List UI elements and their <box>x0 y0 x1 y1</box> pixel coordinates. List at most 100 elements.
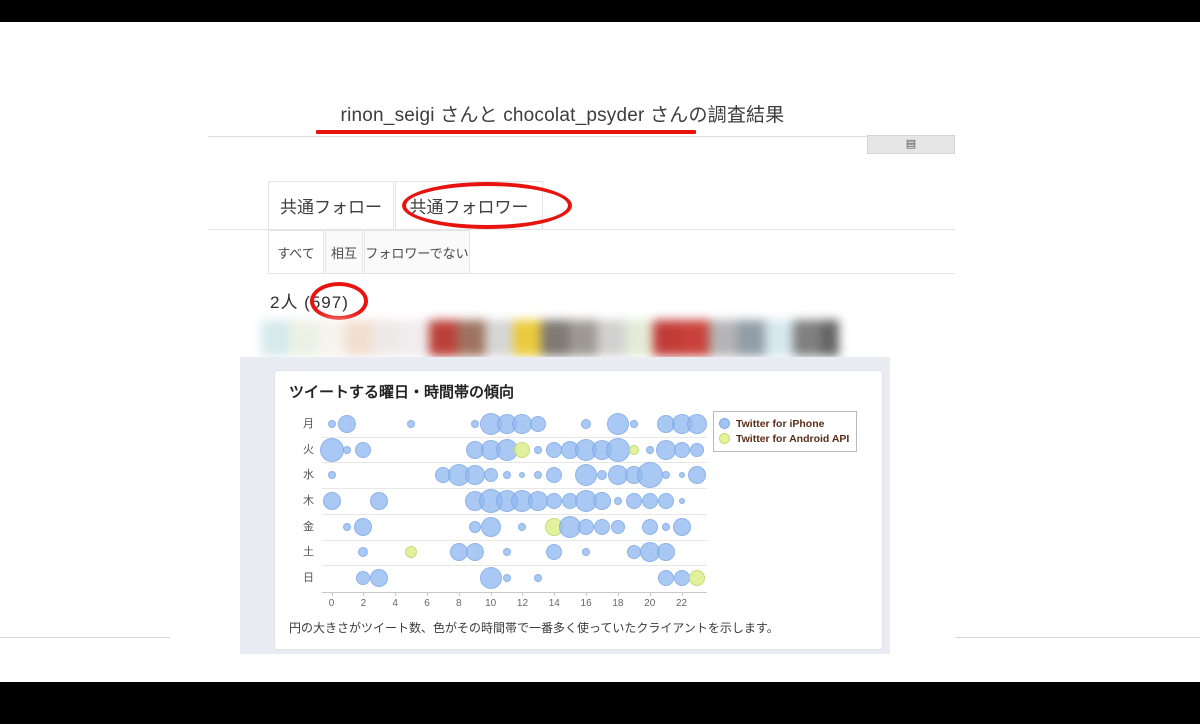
bubble-point[interactable] <box>688 466 707 485</box>
avatar[interactable] <box>821 320 839 356</box>
bubble-point[interactable] <box>355 441 372 458</box>
bubble-point[interactable] <box>625 493 642 509</box>
bubble-point[interactable] <box>690 442 705 457</box>
x-axis-tick <box>427 592 428 596</box>
plot-gridline <box>322 488 707 490</box>
screenshot-root: rinon_seigi さんと chocolat_psyder さんの調査結果 … <box>0 0 1200 724</box>
bubble-point[interactable] <box>356 571 371 586</box>
bubble-point[interactable] <box>319 437 344 462</box>
bubble-point[interactable] <box>327 419 336 428</box>
x-axis-tick <box>681 592 683 596</box>
bubble-point[interactable] <box>546 467 563 484</box>
x-axis-tick-label: 14 <box>548 598 560 609</box>
bubble-point[interactable] <box>546 544 563 561</box>
bubble-point[interactable] <box>689 570 706 587</box>
bubble-point[interactable] <box>502 574 511 583</box>
x-axis-tick-label: 6 <box>424 598 430 609</box>
x-axis-tick-label: 8 <box>456 598 462 609</box>
bubble-point[interactable] <box>578 518 595 535</box>
chart-legend: Twitter for iPhone Twitter for Android A… <box>713 411 858 452</box>
bubble-point[interactable] <box>370 569 389 588</box>
filter-tab-mutual[interactable]: 相互 <box>325 230 363 274</box>
bubble-point[interactable] <box>468 520 481 533</box>
bubble-point[interactable] <box>465 543 484 562</box>
tab-common-following[interactable]: 共通フォロー <box>268 181 394 229</box>
bubble-point[interactable] <box>327 471 336 480</box>
bubble-point[interactable] <box>656 543 675 562</box>
bubble-point[interactable] <box>594 518 610 535</box>
bubble-point[interactable] <box>470 419 479 428</box>
bubble-point[interactable] <box>546 441 563 458</box>
bubble-point[interactable] <box>405 546 418 559</box>
bubble-point[interactable] <box>606 412 629 435</box>
bubble-point[interactable] <box>479 567 502 590</box>
bubble-point[interactable] <box>661 471 670 480</box>
bubble-point[interactable] <box>597 470 607 481</box>
legend-label-iphone: Twitter for iPhone <box>736 417 825 430</box>
bubble-point[interactable] <box>628 444 639 455</box>
bubble-point[interactable] <box>629 419 638 428</box>
bubble-point[interactable] <box>636 462 663 489</box>
bubble-point[interactable] <box>582 548 591 557</box>
bubble-point[interactable] <box>322 492 341 510</box>
bubble-point[interactable] <box>655 439 676 460</box>
bubble-point[interactable] <box>657 493 674 509</box>
bubble-point[interactable] <box>354 517 373 536</box>
bubble-point[interactable] <box>370 492 389 510</box>
bubble-point[interactable] <box>530 415 547 432</box>
bubble-point[interactable] <box>343 522 352 531</box>
bubble-point[interactable] <box>645 445 654 454</box>
save-button[interactable]: ▤ <box>867 135 955 154</box>
bubble-point[interactable] <box>605 437 630 462</box>
bubble-point[interactable] <box>358 547 369 558</box>
bubble-plot-area[interactable]: 月火水木金土日 <box>303 411 708 591</box>
bubble-point[interactable] <box>678 472 685 479</box>
bubble-point[interactable] <box>673 441 690 458</box>
x-axis-tick-label: 16 <box>580 598 592 609</box>
bubble-point[interactable] <box>546 493 563 509</box>
filter-tab-all[interactable]: すべて <box>268 230 324 274</box>
bubble-point[interactable] <box>626 545 641 560</box>
filter-tab-all-label: すべて <box>277 245 315 261</box>
y-axis-label: 日 <box>303 572 314 585</box>
bubble-point[interactable] <box>338 414 357 433</box>
y-axis-label: 金 <box>303 520 314 533</box>
x-axis-tick-label: 2 <box>360 598 367 609</box>
bubble-point[interactable] <box>575 464 598 487</box>
bubble-point[interactable] <box>343 445 352 454</box>
bubble-point[interactable] <box>480 516 501 537</box>
bubble-point[interactable] <box>502 548 511 557</box>
filter-tab-not-follower[interactable]: フォロワーでない <box>364 230 470 274</box>
bubble-point[interactable] <box>519 472 526 479</box>
x-axis-tick <box>331 592 333 596</box>
bubble-point[interactable] <box>518 522 527 531</box>
bubble-point[interactable] <box>641 493 658 509</box>
bubble-point[interactable] <box>483 468 498 483</box>
bubble-point[interactable] <box>673 570 690 587</box>
bubble-point[interactable] <box>687 413 708 434</box>
bubble-point[interactable] <box>657 570 674 587</box>
bubble-point[interactable] <box>613 497 622 505</box>
x-axis-tick <box>649 592 651 596</box>
bubble-point[interactable] <box>661 522 670 531</box>
bubble-point[interactable] <box>502 471 511 480</box>
bubble-point[interactable] <box>534 574 543 583</box>
avatar-strip[interactable] <box>261 318 839 358</box>
x-axis-tick <box>522 592 524 596</box>
bubble-point[interactable] <box>534 445 543 454</box>
bubble-point[interactable] <box>407 419 416 428</box>
legend-swatch-iphone-icon <box>719 418 730 429</box>
bubble-point[interactable] <box>678 498 685 504</box>
bubble-point[interactable] <box>534 471 543 480</box>
bubble-point[interactable] <box>641 518 658 535</box>
bubble-point[interactable] <box>593 492 611 510</box>
bubble-point[interactable] <box>464 465 485 486</box>
bubble-point[interactable] <box>581 418 592 429</box>
bubble-point[interactable] <box>610 519 625 534</box>
bubble-point[interactable] <box>672 517 691 536</box>
chart-caption: 円の大きさがツイート数、色がその時間帯で一番多く使っていたクライアントを示します… <box>289 621 779 635</box>
y-axis-label: 土 <box>303 546 314 559</box>
x-axis-tick <box>586 592 588 596</box>
bubble-point[interactable] <box>514 441 531 458</box>
y-axis-label: 木 <box>303 495 314 507</box>
